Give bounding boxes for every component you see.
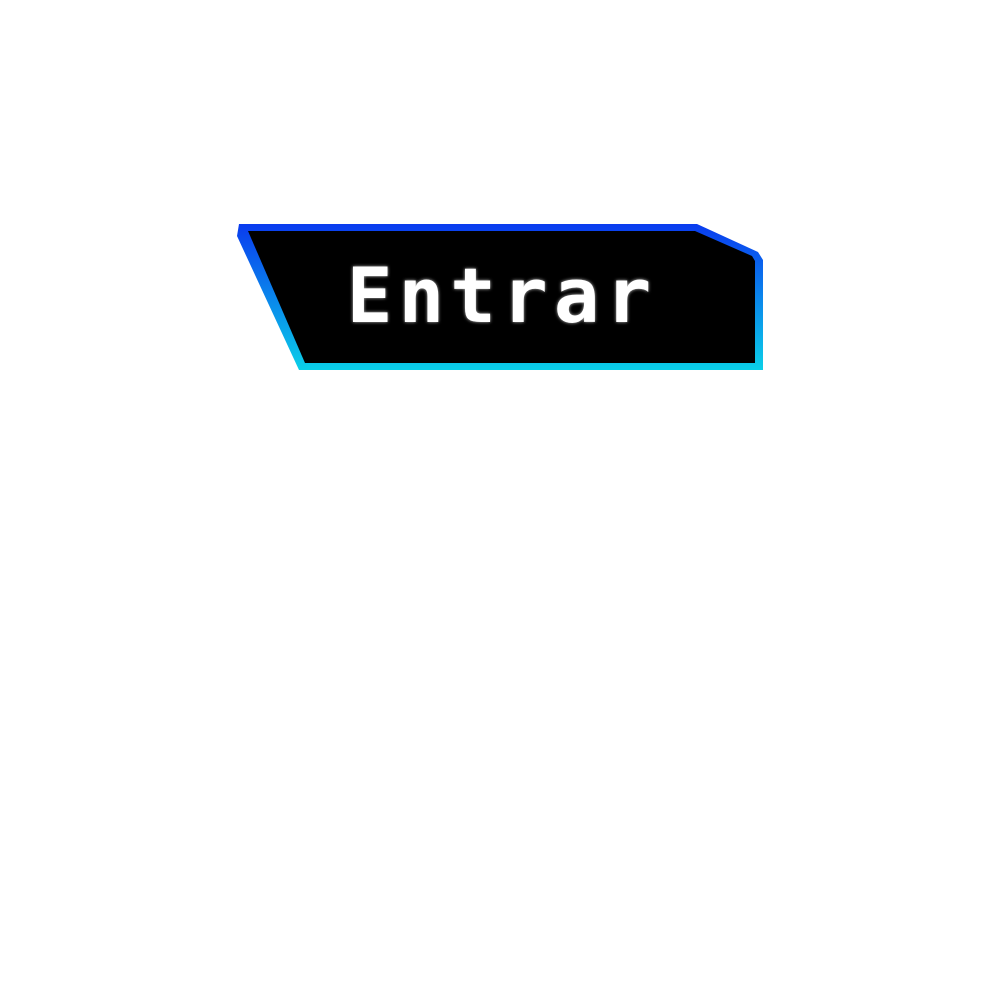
enter-button[interactable]: Entrar xyxy=(236,223,764,371)
page-canvas: Entrar xyxy=(0,0,1000,1000)
enter-button-label: Entrar xyxy=(346,250,658,340)
